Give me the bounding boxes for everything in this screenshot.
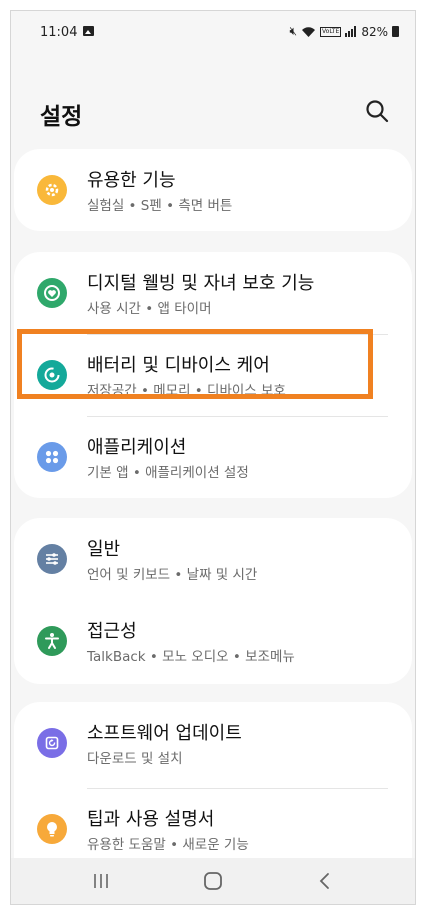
item-label: 애플리케이션 — [87, 437, 187, 458]
settings-item-applications[interactable]: 애플리케이션 기본 앱 • 애플리케이션 설정 — [14, 416, 412, 498]
item-subtitle: 언어 및 키보드 • 날짜 및 시간 — [87, 567, 258, 583]
apps-grid-icon — [37, 442, 67, 472]
signal-icon — [345, 26, 357, 37]
settings-card: 소프트웨어 업데이트 다운로드 및 설치 팁과 사용 설명서 유용한 도움말 •… — [14, 702, 412, 882]
item-label: 유용한 기능 — [87, 170, 176, 191]
item-subtitle: 다운로드 및 설치 — [87, 751, 183, 767]
item-subtitle: TalkBack • 모노 오디오 • 보조메뉴 — [87, 649, 295, 665]
page-title: 설정 — [40, 104, 83, 130]
back-icon[interactable] — [312, 868, 338, 894]
settings-item-digital-wellbeing[interactable]: 디지털 웰빙 및 자녀 보호 기능 사용 시간 • 앱 타이머 — [14, 252, 412, 334]
item-label: 접근성 — [87, 621, 137, 642]
item-subtitle: 기본 앱 • 애플리케이션 설정 — [87, 465, 249, 481]
settings-item-accessibility[interactable]: 접근성 TalkBack • 모노 오디오 • 보조메뉴 — [14, 600, 412, 682]
sliders-icon — [37, 544, 67, 574]
mute-icon: 🔇︎ — [289, 24, 298, 38]
image-notification-icon — [83, 26, 94, 36]
settings-card: 일반 언어 및 키보드 • 날짜 및 시간 접근성 TalkBack • 모노 … — [14, 518, 412, 684]
home-icon[interactable] — [200, 868, 226, 894]
search-icon[interactable] — [363, 97, 391, 125]
puzzle-gear-icon — [37, 175, 67, 205]
item-label: 팁과 사용 설명서 — [87, 809, 215, 830]
settings-item-software-update[interactable]: 소프트웨어 업데이트 다운로드 및 설치 — [14, 702, 412, 784]
battery-icon — [392, 26, 399, 37]
item-subtitle: 사용 시간 • 앱 타이머 — [87, 301, 212, 317]
navigation-bar — [11, 858, 415, 904]
update-icon — [37, 728, 67, 758]
status-bar: 11:04 🔇︎ VoLTE 82% — [11, 11, 415, 53]
recent-apps-icon[interactable] — [88, 868, 114, 894]
item-subtitle: 유용한 도움말 • 새로운 기능 — [87, 837, 249, 853]
volte-icon: VoLTE — [320, 26, 342, 37]
settings-card: 유용한 기능 실험실 • S펜 • 측면 버튼 — [14, 149, 412, 231]
item-subtitle: 실험실 • S펜 • 측면 버튼 — [87, 198, 233, 214]
settings-item-advanced-features[interactable]: 유용한 기능 실험실 • S펜 • 측면 버튼 — [14, 149, 412, 231]
highlight-box — [17, 329, 373, 399]
wifi-icon — [302, 26, 316, 37]
phone-screen: 11:04 🔇︎ VoLTE 82% 설정 유용한 기능 실험실 • S펜 • … — [10, 10, 416, 905]
heart-ring-icon — [37, 278, 67, 308]
status-time: 11:04 — [40, 25, 78, 40]
accessibility-icon — [37, 626, 67, 656]
item-label: 일반 — [87, 539, 121, 560]
status-icons: 🔇︎ VoLTE 82% — [289, 24, 399, 39]
lightbulb-icon — [37, 814, 67, 844]
settings-item-general-management[interactable]: 일반 언어 및 키보드 • 날짜 및 시간 — [14, 518, 412, 600]
battery-percent: 82% — [361, 24, 388, 39]
item-label: 소프트웨어 업데이트 — [87, 723, 242, 744]
settings-header: 설정 — [11, 83, 415, 139]
item-label: 디지털 웰빙 및 자녀 보호 기능 — [87, 273, 315, 294]
